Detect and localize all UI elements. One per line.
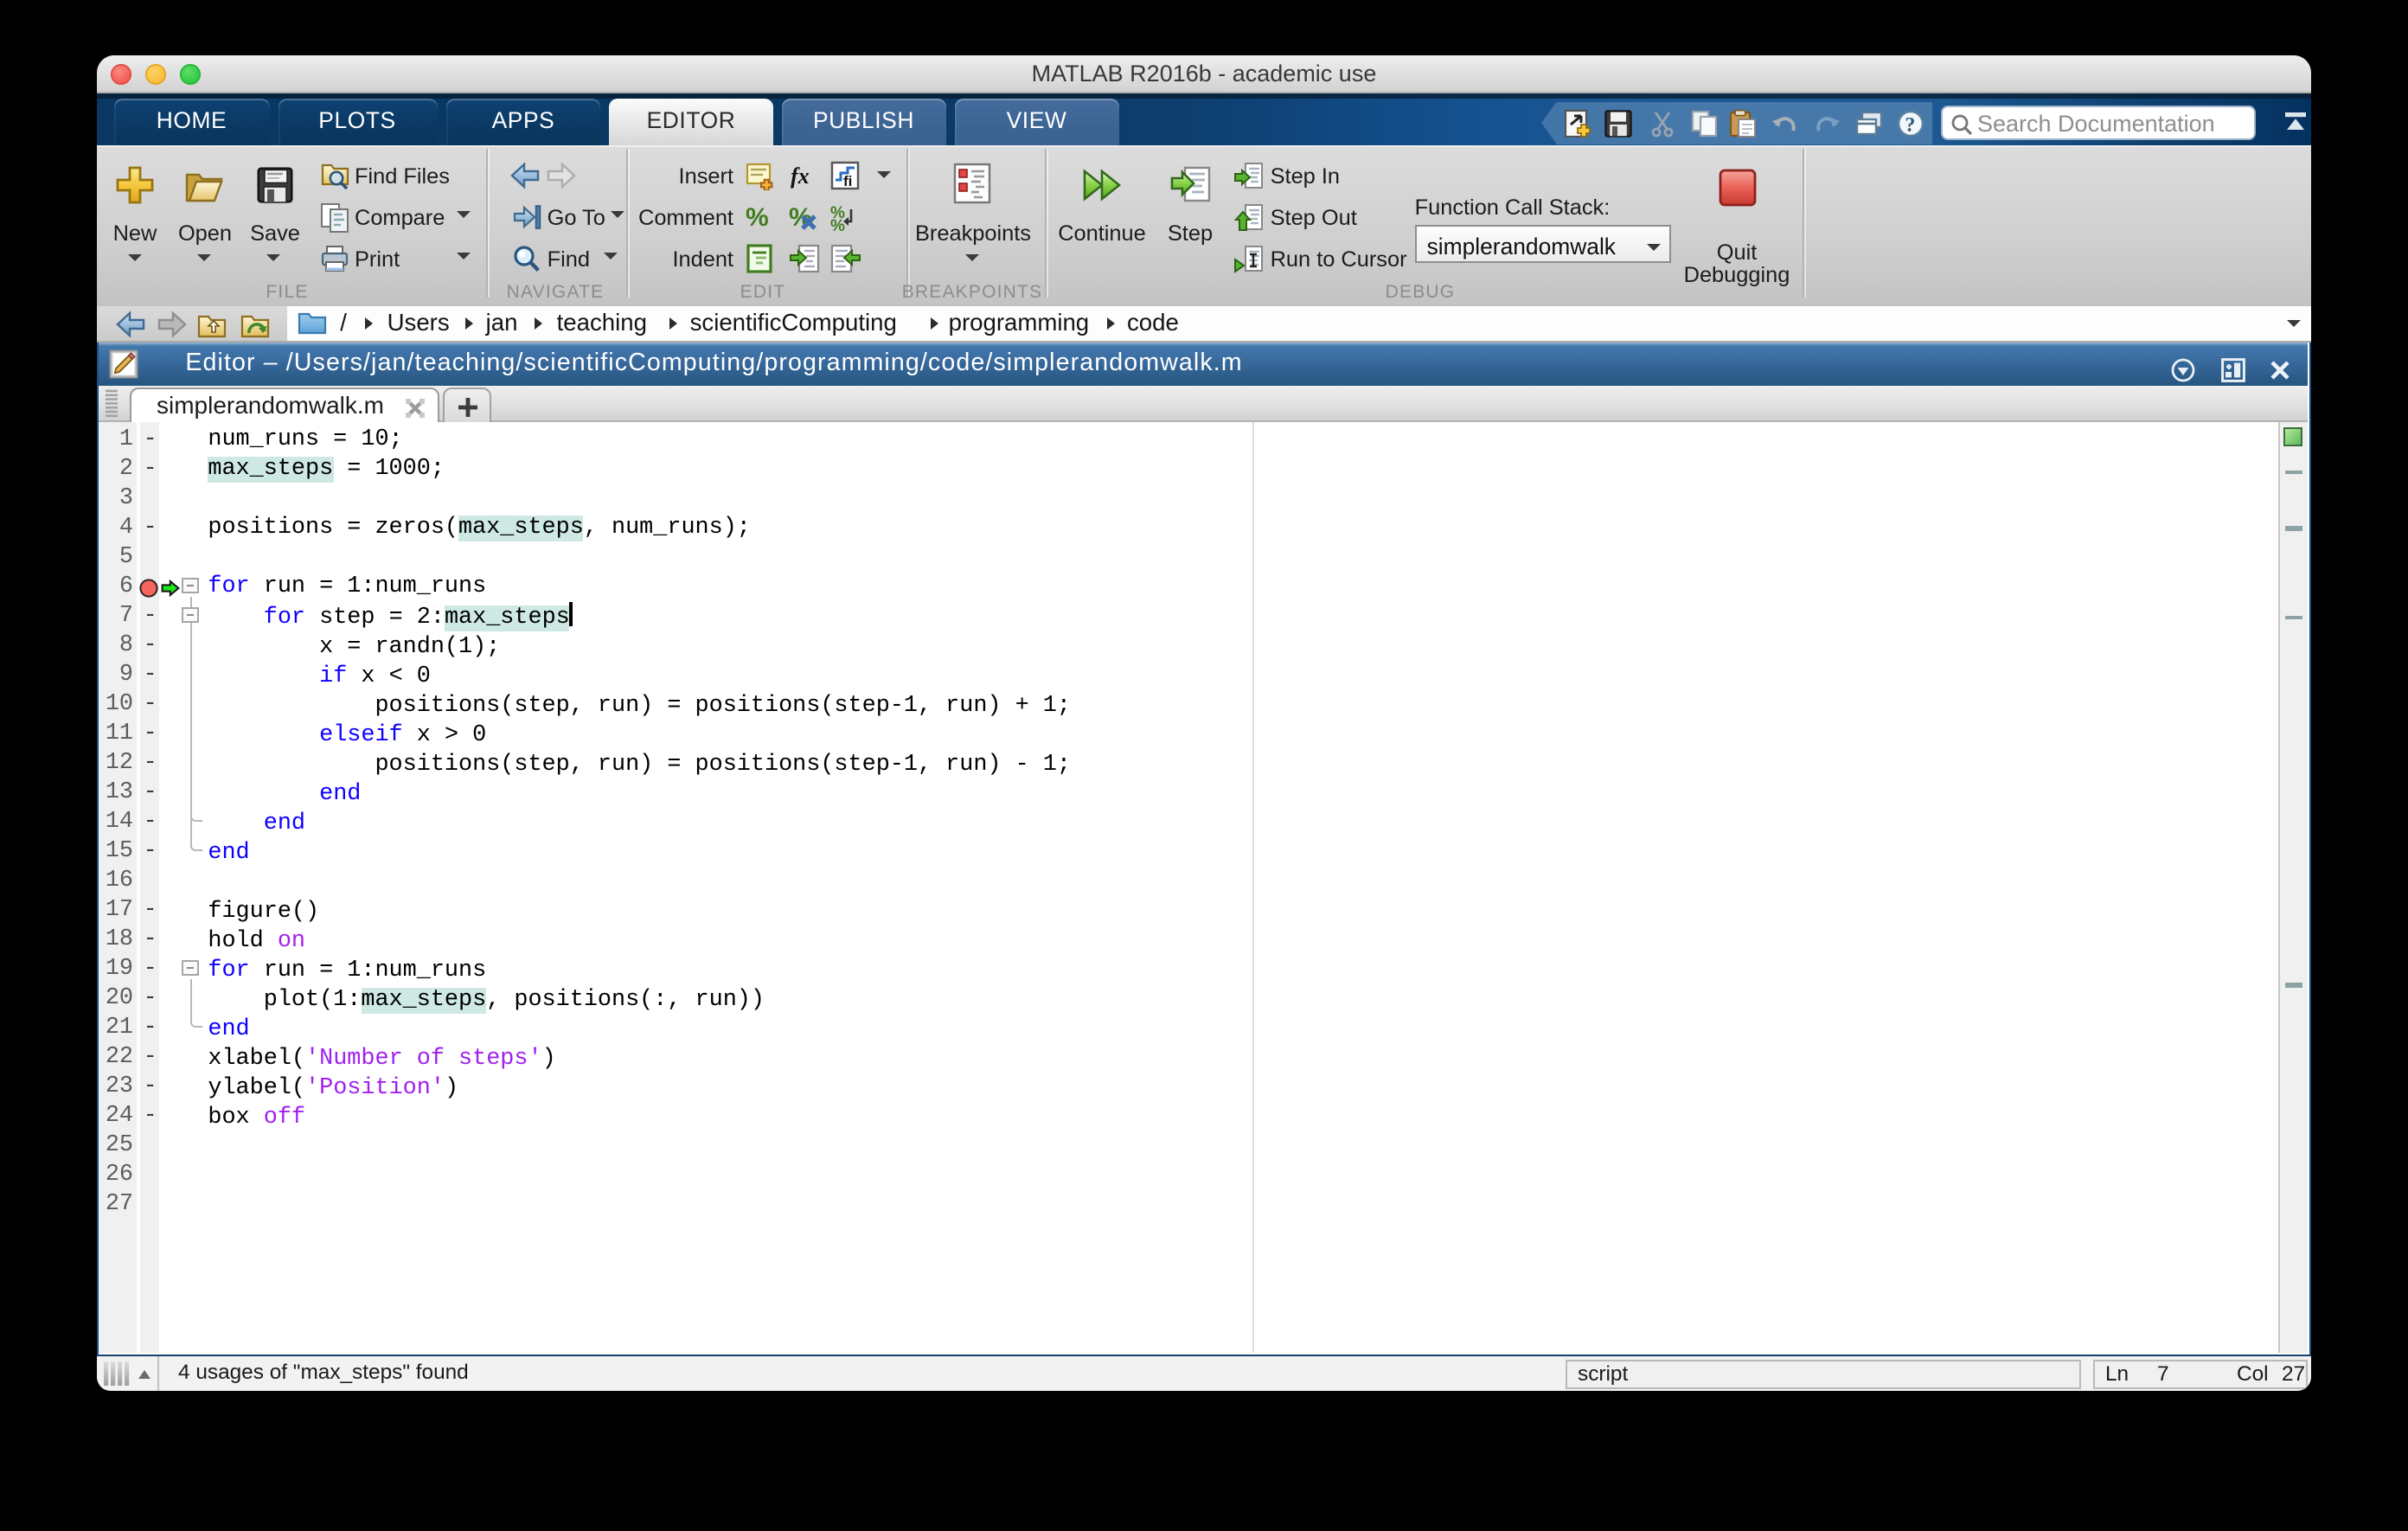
svg-text:%: % xyxy=(746,203,770,232)
svg-text:fx: fx xyxy=(791,163,810,189)
svg-text:%: % xyxy=(790,203,813,232)
svg-text:%: % xyxy=(831,217,846,232)
svg-text:?: ? xyxy=(1904,113,1914,136)
svg-text:fi: fi xyxy=(844,173,853,189)
